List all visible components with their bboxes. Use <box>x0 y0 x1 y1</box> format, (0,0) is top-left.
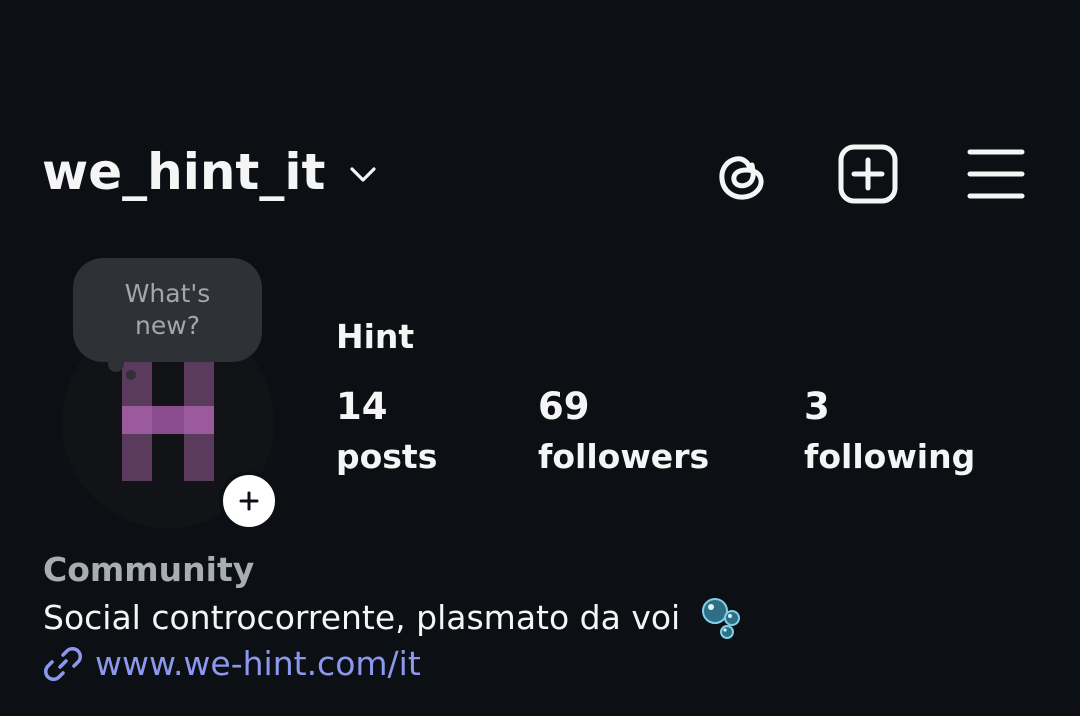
menu-icon[interactable] <box>965 143 1027 205</box>
create-post-icon[interactable] <box>837 143 899 205</box>
account-switcher[interactable]: we_hint_it <box>42 142 379 202</box>
threads-icon[interactable] <box>710 143 772 205</box>
profile-link[interactable]: www.we-hint.com/it <box>43 642 421 686</box>
profile-category: Community <box>43 550 255 589</box>
username: we_hint_it <box>42 143 326 201</box>
stat-following[interactable]: 3 following <box>804 385 975 479</box>
link-icon <box>43 644 83 684</box>
link-text: www.we-hint.com/it <box>95 644 421 683</box>
note-bubble-text: What's new? <box>124 279 211 340</box>
chevron-down-icon <box>347 158 379 190</box>
posts-label: posts <box>336 437 438 476</box>
posts-count: 14 <box>336 385 388 428</box>
plus-icon <box>239 491 259 511</box>
bio: Social controcorrente, plasmato da voi <box>43 596 744 640</box>
display-name: Hint <box>336 317 415 356</box>
following-label: following <box>804 437 976 476</box>
note-bubble[interactable]: What's new? <box>73 258 262 362</box>
followers-label: followers <box>538 437 710 476</box>
stat-posts[interactable]: 14 posts <box>336 385 437 479</box>
bio-text: Social controcorrente, plasmato da voi <box>43 598 681 637</box>
profile-header: we_hint_it <box>0 0 1080 240</box>
add-story-button[interactable] <box>219 471 279 531</box>
bubbles-emoji-icon <box>700 596 744 640</box>
stat-followers[interactable]: 69 followers <box>538 385 709 479</box>
note-bubble-tail-small <box>126 370 136 380</box>
following-count: 3 <box>804 385 830 428</box>
followers-count: 69 <box>538 385 590 428</box>
